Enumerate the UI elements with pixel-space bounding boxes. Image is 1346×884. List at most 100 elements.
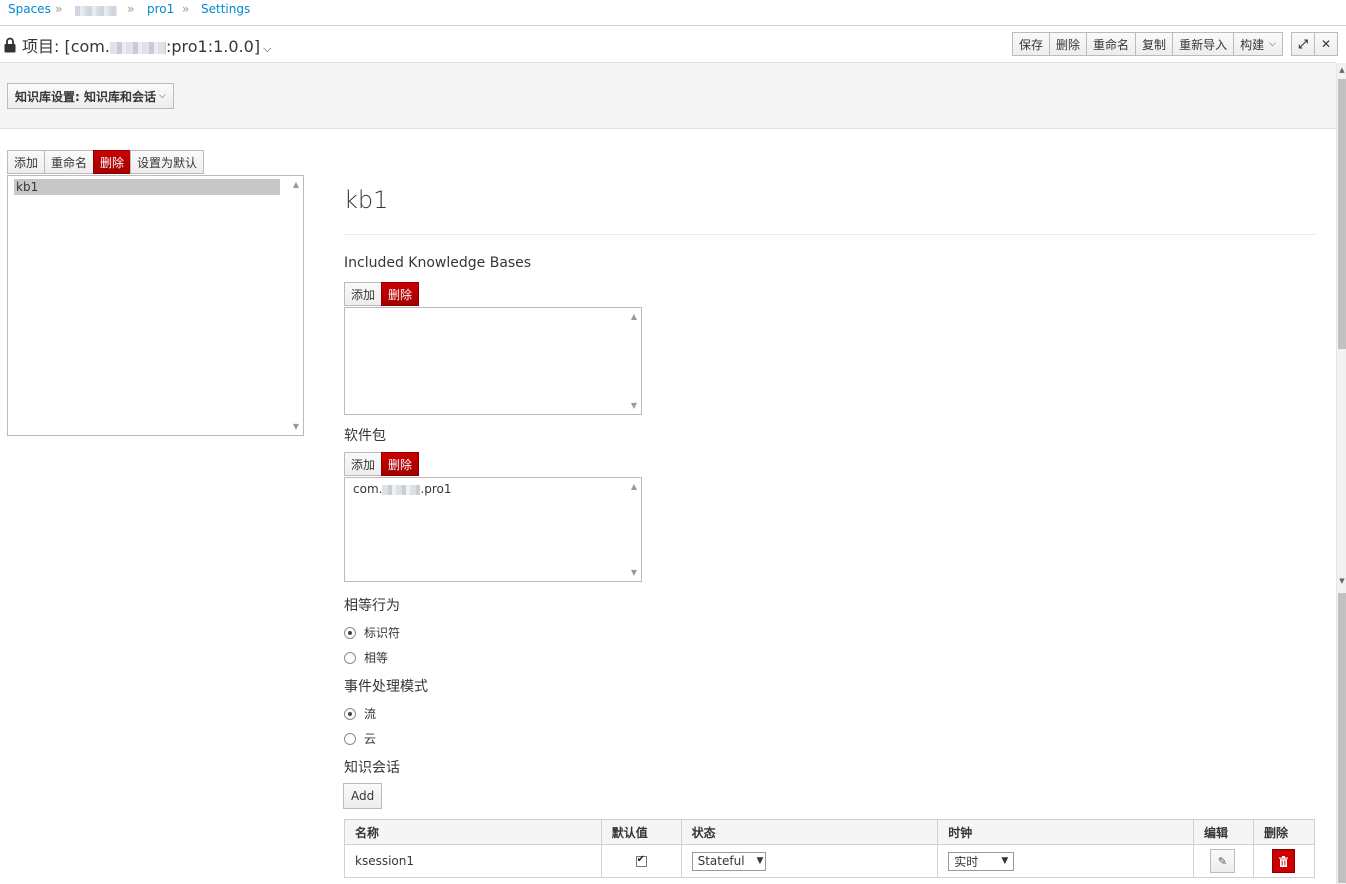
breadcrumb-separator: » — [55, 2, 63, 16]
list-item[interactable]: kb1 — [14, 179, 280, 195]
breadcrumb-separator: » — [127, 2, 135, 16]
rename-kb-button[interactable]: 重命名 — [44, 150, 95, 174]
column-header-default: 默认值 — [600, 819, 682, 845]
session-name-cell: ksession1 — [344, 844, 602, 878]
edit-session-button[interactable]: ✎ — [1210, 849, 1235, 873]
build-label: 构建 — [1240, 37, 1265, 52]
kb-list-toolbar: 添加 重命名 删除 设置为默认 — [7, 150, 205, 174]
package-masked — [382, 484, 421, 495]
reimport-button[interactable]: 重新导入 — [1172, 32, 1235, 56]
event-mode-label: 事件处理模式 — [344, 679, 428, 695]
scroll-up-icon[interactable]: ▲ — [631, 482, 637, 491]
radio-label: 标识符 — [364, 626, 401, 640]
window-controls: ⤢ ✕ — [1291, 32, 1338, 56]
divider — [344, 234, 1316, 235]
settings-band — [0, 63, 1336, 129]
event-option-stream[interactable]: 流 — [344, 705, 376, 722]
session-clock-value: 实时 — [954, 854, 979, 869]
delete-package-button[interactable]: 删除 — [381, 452, 420, 476]
dropdown-arrow-icon: ▼ — [756, 856, 764, 866]
lock-icon — [4, 37, 16, 53]
equality-option-identity[interactable]: 标识符 — [344, 624, 400, 641]
radio-label: 云 — [364, 732, 377, 746]
radio-button[interactable] — [344, 707, 356, 720]
radio-button[interactable] — [344, 651, 356, 664]
radio-label: 相等 — [364, 651, 389, 665]
breadcrumb: Spaces » » pro1 » Settings — [0, 0, 1346, 26]
build-dropdown[interactable]: 构建 ⌵ — [1233, 32, 1283, 56]
settings-section-label: 知识库设置: 知识库和会话 — [15, 89, 156, 104]
kb-name-heading: kb1 — [344, 186, 389, 214]
column-header-delete: 删除 — [1252, 819, 1316, 845]
scrollbar-thumb[interactable] — [1338, 593, 1346, 883]
column-header-state: 状态 — [680, 819, 939, 845]
packages-label: 软件包 — [344, 428, 386, 444]
project-title-masked — [109, 41, 166, 54]
scrollbar-thumb[interactable] — [1338, 79, 1346, 349]
equality-option-equality[interactable]: 相等 — [344, 649, 388, 666]
delete-session-button[interactable] — [1271, 849, 1295, 873]
session-state-value: Stateful — [697, 854, 745, 868]
table-header-row: 名称 默认值 状态 时钟 编辑 删除 — [344, 819, 1316, 845]
radio-button[interactable] — [344, 732, 356, 745]
scroll-down-icon[interactable]: ▼ — [293, 422, 299, 431]
add-package-button[interactable]: 添加 — [344, 452, 383, 476]
chevron-down-icon: ⌵ — [263, 42, 272, 55]
breadcrumb-separator: » — [182, 2, 190, 16]
sessions-table: 名称 默认值 状态 时钟 编辑 删除 ksession1 Stateful ▼ … — [344, 819, 1316, 878]
packages-listbox[interactable]: com. .pro1 ▲ ▼ — [344, 477, 642, 582]
trash-icon — [1278, 855, 1288, 867]
scroll-down-icon[interactable]: ▼ — [1338, 577, 1346, 585]
maximize-icon[interactable]: ⤢ — [1291, 32, 1315, 56]
package-suffix: .pro1 — [420, 482, 452, 496]
radio-button[interactable] — [344, 626, 356, 639]
breadcrumb-project[interactable]: pro1 — [147, 2, 174, 16]
project-title-prefix: 项目: [com. — [22, 37, 110, 56]
add-session-button[interactable]: Add — [343, 783, 383, 809]
kb-listbox[interactable]: kb1 ▲ ▼ — [7, 175, 304, 436]
scroll-up-icon[interactable]: ▲ — [1338, 66, 1346, 74]
close-icon[interactable]: ✕ — [1314, 32, 1338, 56]
set-default-kb-button[interactable]: 设置为默认 — [130, 150, 205, 174]
project-title[interactable]: 项目: [com. :pro1:1.0.0] ⌵ — [22, 33, 271, 57]
edit-icon: ✎ — [1217, 854, 1228, 868]
dropdown-arrow-icon: ▼ — [1001, 856, 1009, 866]
event-option-cloud[interactable]: 云 — [344, 730, 376, 747]
copy-project-button[interactable]: 复制 — [1135, 32, 1174, 56]
project-toolbar: 保存 删除 重命名 复制 重新导入 构建 ⌵ — [1012, 32, 1283, 56]
included-kb-listbox[interactable]: ▲ ▼ — [344, 307, 642, 415]
add-kb-button[interactable]: 添加 — [7, 150, 46, 174]
packages-toolbar: 添加 删除 — [344, 452, 420, 476]
project-title-suffix: :pro1:1.0.0] — [165, 37, 261, 56]
sessions-label: 知识会话 — [344, 760, 400, 776]
delete-project-button[interactable]: 删除 — [1049, 32, 1088, 56]
table-row: ksession1 Stateful ▼ 实时 ▼ ✎ — [344, 844, 1316, 878]
included-kb-toolbar: 添加 删除 — [344, 282, 420, 306]
page-scrollbar[interactable]: ▲ ▼ — [1336, 63, 1346, 884]
included-kb-label: Included Knowledge Bases — [344, 255, 532, 271]
session-clock-select[interactable]: 实时 ▼ — [948, 851, 1015, 871]
breadcrumb-space-masked[interactable] — [75, 6, 117, 16]
scroll-down-icon[interactable]: ▼ — [631, 401, 637, 410]
radio-label: 流 — [364, 707, 377, 721]
chevron-down-icon: ⌵ — [1269, 39, 1276, 49]
delete-included-kb-button[interactable]: 删除 — [381, 282, 420, 306]
default-session-checkbox[interactable] — [635, 854, 647, 867]
equality-label: 相等行为 — [344, 598, 400, 614]
breadcrumb-settings[interactable]: Settings — [201, 2, 250, 16]
save-button[interactable]: 保存 — [1012, 32, 1051, 56]
list-item[interactable]: com. .pro1 — [353, 482, 452, 496]
scroll-up-icon[interactable]: ▲ — [631, 312, 637, 321]
scroll-up-icon[interactable]: ▲ — [293, 180, 299, 189]
add-included-kb-button[interactable]: 添加 — [344, 282, 383, 306]
scroll-down-icon[interactable]: ▼ — [631, 568, 637, 577]
package-prefix: com. — [353, 482, 383, 496]
breadcrumb-spaces[interactable]: Spaces — [8, 2, 51, 16]
settings-section-dropdown[interactable]: 知识库设置: 知识库和会话 ⌵ — [7, 83, 174, 109]
delete-kb-button[interactable]: 删除 — [93, 150, 132, 174]
column-header-edit: 编辑 — [1193, 819, 1254, 845]
rename-project-button[interactable]: 重命名 — [1086, 32, 1137, 56]
session-state-select[interactable]: Stateful ▼ — [691, 851, 766, 871]
column-header-clock: 时钟 — [937, 819, 1194, 845]
chevron-down-icon: ⌵ — [158, 91, 166, 101]
